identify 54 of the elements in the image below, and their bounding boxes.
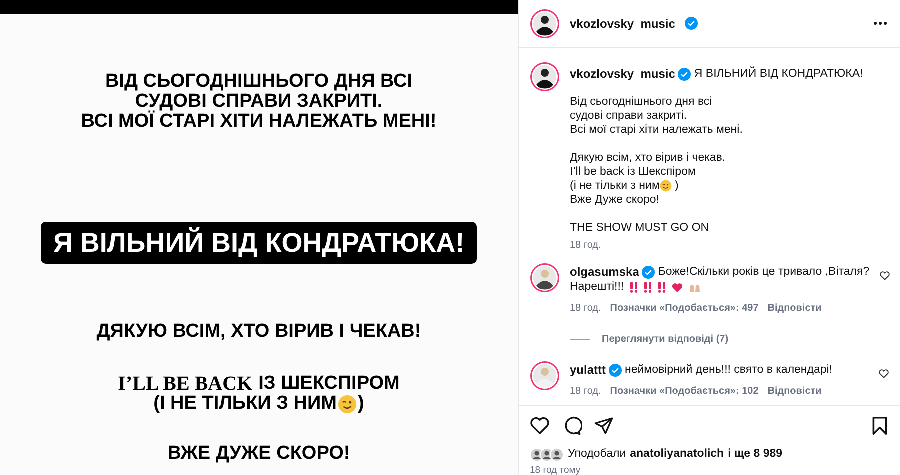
bookmark-icon <box>871 416 889 436</box>
paper-plane-icon <box>594 416 614 436</box>
caption-text: THE SHOW MUST GO ON <box>570 221 710 235</box>
double-exclamation-icon <box>644 282 652 293</box>
likes-count: і ще 8 989 <box>728 447 783 462</box>
comment-text: Боже!Скільки років це тривало ,Віталя? <box>658 265 870 280</box>
image-text: ) <box>358 394 364 414</box>
heart-outline-icon <box>880 271 890 281</box>
heart-outline-icon <box>879 369 889 379</box>
username-link[interactable]: olgasumska <box>570 265 640 280</box>
username-link[interactable]: anatoliyanatolich <box>630 446 724 464</box>
timestamp: 18 год. <box>570 385 602 399</box>
avatar <box>530 62 560 92</box>
caption-text: Всі мої старі хіти належать мені. <box>570 123 743 137</box>
image-text: ІЗ ШЕКСПІРОМ <box>258 374 400 394</box>
image-text: ДЯКУЮ ВСІМ, ХТО ВІРИВ І ЧЕКАВ! <box>96 322 422 342</box>
comment-text: Нарешті!!! <box>570 280 624 295</box>
caption-text: Вже Дуже скоро! <box>570 193 660 207</box>
image-text: СУДОВІ СПРАВИ ЗАКРИТІ. <box>135 92 383 112</box>
caption-text: (і не тільки з ним <box>570 179 660 193</box>
timestamp: 18 год. <box>570 239 602 253</box>
timestamp: 18 год. <box>570 302 602 316</box>
likes-count-link[interactable]: Позначки «Подобається»: 102 <box>610 384 759 399</box>
username-link[interactable]: yulattt <box>570 363 606 378</box>
image-text: ВСІ МОЇ СТАРІ ХІТИ НАЛЕЖАТЬ МЕНІ! <box>81 112 437 132</box>
likes-text: Уподобали <box>568 447 626 462</box>
post-time: 18 год тому <box>530 465 582 475</box>
reply-link[interactable]: Відповісти <box>768 301 822 316</box>
username-link[interactable]: vkozlovsky_music <box>570 67 676 81</box>
view-replies-link[interactable]: Переглянути відповіді (7) <box>602 332 729 347</box>
comment-text: неймовірний день!!! свято в календарі! <box>625 363 833 378</box>
image-text: ВІД СЬОГОДНІШНЬОГО ДНЯ ВСІ <box>105 72 413 92</box>
double-exclamation-icon <box>658 282 666 293</box>
image-text: ВЖЕ ДУЖЕ СКОРО! <box>168 444 350 464</box>
double-exclamation-icon <box>630 282 638 293</box>
caption-text: Від сьогоднішнього дня всі <box>570 95 712 109</box>
avatar <box>530 263 560 293</box>
caption-text: Дякую всім, хто вірив і чекав. <box>570 151 726 165</box>
banner-text: Я ВІЛЬНИЙ ВІД КОНДРАТЮКА! <box>53 226 465 260</box>
likes-count-link[interactable]: Позначки «Подобається»: 497 <box>610 301 759 316</box>
image-text: (І НЕ ТІЛЬКИ З НИМ <box>154 394 338 414</box>
caption-text: I’ll be back із Шекспіром <box>570 165 696 179</box>
avatar <box>530 361 560 391</box>
avatar <box>530 8 560 38</box>
username-link[interactable]: vkozlovsky_music <box>570 14 676 32</box>
avatar <box>550 448 564 462</box>
heart-icon <box>672 282 684 292</box>
raised-hands-icon <box>689 282 702 292</box>
reply-link[interactable]: Відповісти <box>768 384 822 399</box>
caption-text: Я ВІЛЬНИЙ ВІД КОНДРАТЮКА! <box>694 67 864 81</box>
image-text: I’LL BE BACK <box>118 374 253 394</box>
like-heart-icon <box>530 416 550 436</box>
caption-text: судові справи закриті. <box>570 109 688 123</box>
caption-text: ) <box>674 179 679 193</box>
